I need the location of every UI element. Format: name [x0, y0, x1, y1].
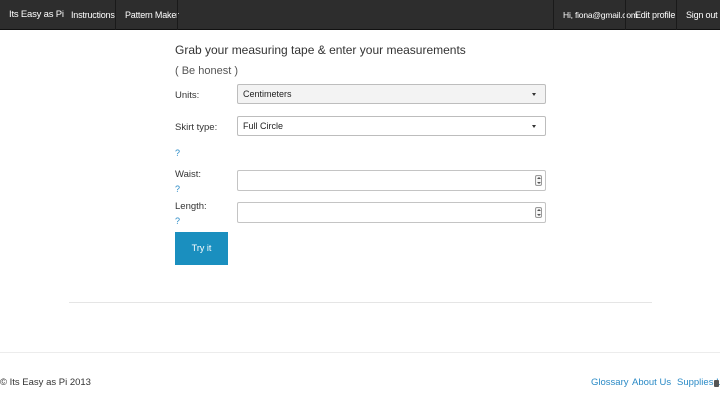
scroll-indicator[interactable]: [714, 380, 719, 387]
nav-divider: [625, 0, 626, 30]
nav-divider: [177, 0, 178, 30]
units-label: Units:: [175, 90, 200, 101]
nav-sign-out[interactable]: Sign out: [686, 0, 718, 30]
nav-edit-profile[interactable]: Edit profile: [635, 0, 675, 30]
skirt-type-select[interactable]: Full Circle: [237, 116, 546, 136]
nav-instructions[interactable]: Instructions: [71, 0, 115, 30]
nav-divider: [676, 0, 677, 30]
footer-copyright: © Its Easy as Pi 2013: [0, 377, 91, 388]
footer-about-link[interactable]: About Us: [632, 377, 671, 388]
top-navbar: Its Easy as Pi Instructions Pattern Make…: [0, 0, 720, 30]
nav-divider: [553, 0, 554, 30]
footer-glossary-link[interactable]: Glossary: [591, 377, 628, 388]
skirt-type-help-link[interactable]: ?: [175, 148, 180, 158]
try-it-button[interactable]: Try it: [175, 232, 228, 265]
units-selected-value: Centimeters: [243, 89, 292, 99]
units-select[interactable]: Centimeters: [237, 84, 546, 104]
content-divider: [69, 302, 652, 303]
page-subheading: ( Be honest ): [175, 65, 238, 77]
footer-divider: [0, 352, 720, 353]
caret-down-icon: [532, 93, 536, 96]
spinner-icon[interactable]: [535, 207, 542, 218]
waist-help-link[interactable]: ?: [175, 184, 180, 194]
nav-user-account[interactable]: Hi, fiona@gmail.com: [563, 0, 638, 30]
waist-label: Waist:: [175, 169, 202, 180]
nav-divider: [115, 0, 116, 30]
length-help-link[interactable]: ?: [175, 216, 180, 226]
caret-down-icon: [532, 125, 536, 128]
spinner-icon[interactable]: [535, 175, 542, 186]
length-label: Length:: [175, 201, 207, 212]
brand-link[interactable]: Its Easy as Pi: [9, 0, 64, 30]
nav-pattern-maker[interactable]: Pattern Maker: [125, 0, 179, 30]
length-input[interactable]: [237, 202, 546, 223]
page-heading: Grab your measuring tape & enter your me…: [175, 43, 466, 57]
skirt-type-label: Skirt type:: [175, 122, 218, 133]
waist-input[interactable]: [237, 170, 546, 191]
skirt-type-selected-value: Full Circle: [243, 121, 284, 131]
